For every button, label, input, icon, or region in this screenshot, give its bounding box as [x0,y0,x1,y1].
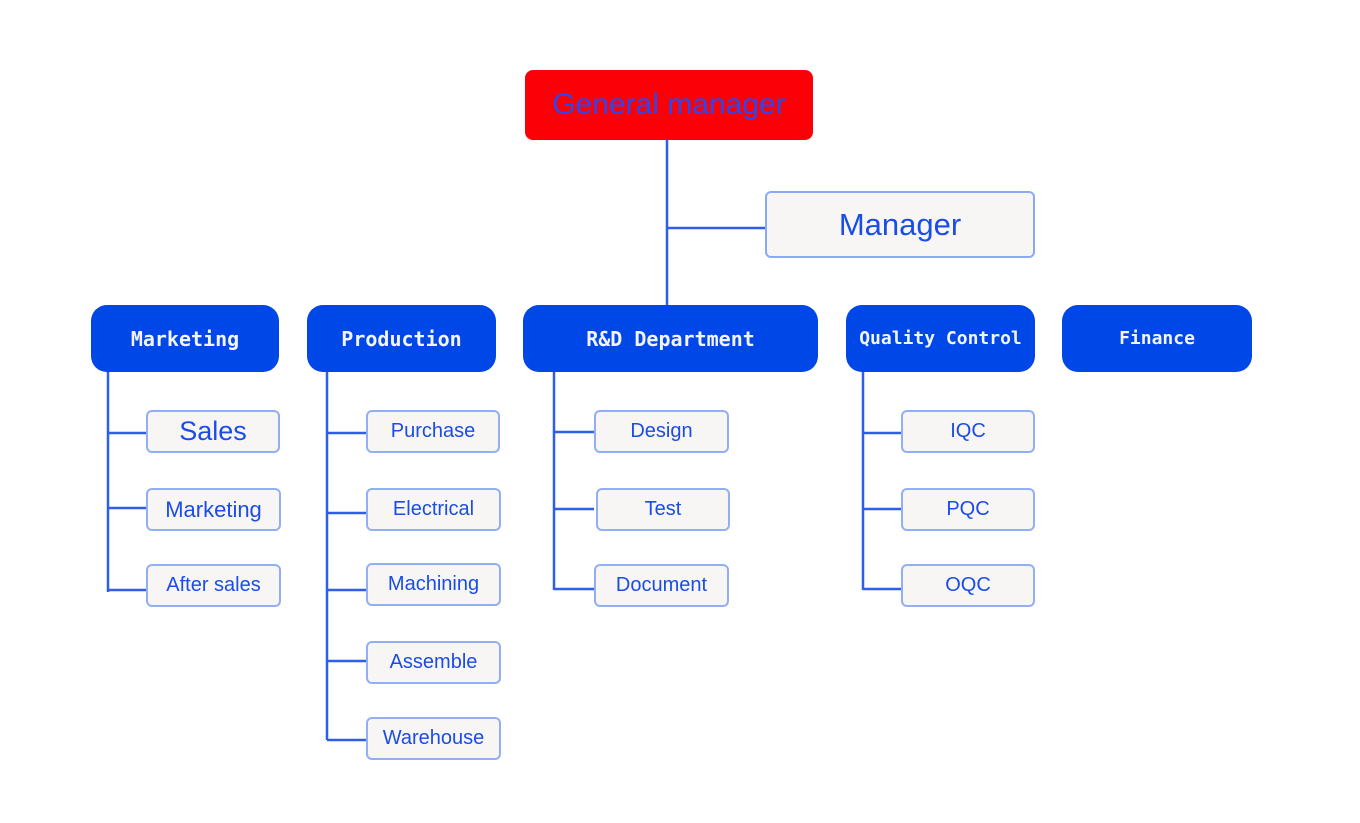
sub-machining: Machining [366,563,501,606]
sub-electrical: Electrical [366,488,501,531]
sub-warehouse: Warehouse [366,717,501,760]
sub-design: Design [594,410,729,453]
sub-purchase: Purchase [366,410,500,453]
dept-production: Production [307,305,496,372]
sub-document: Document [594,564,729,607]
sub-after-sales: After sales [146,564,281,607]
sub-sales: Sales [146,410,280,453]
dept-rd: R&D Department [523,305,818,372]
sub-test: Test [596,488,730,531]
dept-finance: Finance [1062,305,1252,372]
sub-pqc: PQC [901,488,1035,531]
sub-iqc: IQC [901,410,1035,453]
sub-assemble: Assemble [366,641,501,684]
general-manager-node: General manager [525,70,813,140]
dept-marketing: Marketing [91,305,279,372]
sub-oqc: OQC [901,564,1035,607]
dept-quality-control: Quality Control [846,305,1035,372]
sub-marketing: Marketing [146,488,281,531]
manager-node: Manager [765,191,1035,258]
